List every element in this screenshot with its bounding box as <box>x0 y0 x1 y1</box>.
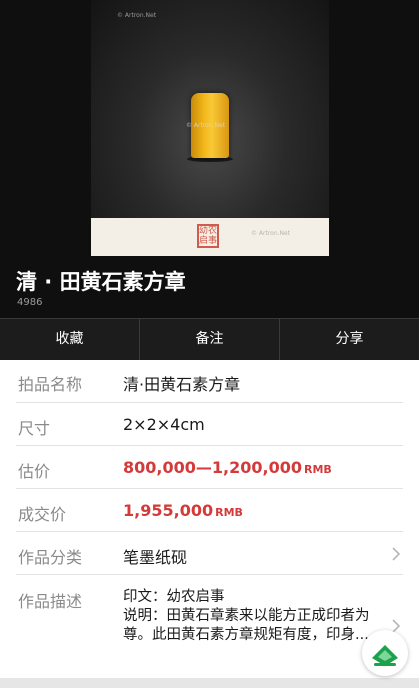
favorite-button[interactable]: 收藏 <box>0 319 140 360</box>
image-header: © Artron.Net © Artron.Net 幼农启事 © Artron.… <box>0 0 419 318</box>
lot-number: 4986 <box>17 297 43 308</box>
category-label: 作品分类 <box>18 548 83 567</box>
sold-label: 成交价 <box>18 505 67 524</box>
green-badge-icon <box>372 645 398 666</box>
action-bar: 收藏 备注 分享 <box>0 318 419 360</box>
stamp-text: 幼农启事 <box>199 226 218 246</box>
estimate-unit: RMB <box>303 463 332 476</box>
desc-line-1: 印文：幼农启事 <box>123 589 225 605</box>
sold-value: 1,955,000 <box>123 501 214 520</box>
bottom-strip <box>0 678 419 688</box>
seal-imprint-stamp: 幼农启事 <box>197 224 219 248</box>
lot-photo[interactable]: © Artron.Net © Artron.Net 幼农启事 © Artron.… <box>91 0 329 256</box>
row-description[interactable]: 作品描述 印文：幼农启事 说明：田黄石章素来以能方正成印者为尊。此田黄石素方章规… <box>0 575 419 678</box>
desc-line-2: 说明：田黄石章素来以能方正成印者为尊。此田黄石素方章规矩有度，印身... <box>123 608 370 643</box>
row-size: 尺寸 2×2×4cm <box>0 403 419 446</box>
sold-unit: RMB <box>215 506 243 519</box>
estimate-label: 估价 <box>18 462 51 481</box>
watermark-bottom: © Artron.Net <box>251 230 291 237</box>
seal-imprint-strip: 幼农启事 © Artron.Net <box>91 218 329 256</box>
share-button[interactable]: 分享 <box>280 319 419 360</box>
note-button[interactable]: 备注 <box>140 319 280 360</box>
watermark-top: © Artron.Net <box>117 12 157 19</box>
row-sold-price: 成交价 1,955,000 RMB <box>0 489 419 532</box>
auction-lot-page: © Artron.Net © Artron.Net 幼农启事 © Artron.… <box>0 0 419 688</box>
sold-value-wrap: 1,955,000 RMB <box>123 501 243 520</box>
row-estimate: 估价 800,000—1,200,000 RMB <box>0 446 419 489</box>
detail-list: 拍品名称 清·田黄石素方章 尺寸 2×2×4cm 估价 800,000—1,20… <box>0 360 419 678</box>
size-value: 2×2×4cm <box>123 415 205 434</box>
category-value: 笔墨纸砚 <box>123 548 188 567</box>
name-label: 拍品名称 <box>18 375 83 394</box>
estimate-value-wrap: 800,000—1,200,000 RMB <box>123 458 332 477</box>
watermark-mid: © Artron.Net <box>186 122 226 129</box>
desc-label: 作品描述 <box>18 592 83 611</box>
size-label: 尺寸 <box>18 419 51 438</box>
row-name: 拍品名称 清·田黄石素方章 <box>0 360 419 403</box>
lot-title: 清 · 田黄石素方章 <box>16 270 186 294</box>
estimate-value: 800,000—1,200,000 <box>123 458 302 477</box>
floating-action-button[interactable] <box>362 630 408 676</box>
row-category[interactable]: 作品分类 笔墨纸砚 <box>0 532 419 575</box>
name-value: 清·田黄石素方章 <box>123 375 241 394</box>
chevron-right-icon <box>392 547 401 561</box>
desc-text: 印文：幼农启事 说明：田黄石章素来以能方正成印者为尊。此田黄石素方章规矩有度，印… <box>123 588 385 645</box>
